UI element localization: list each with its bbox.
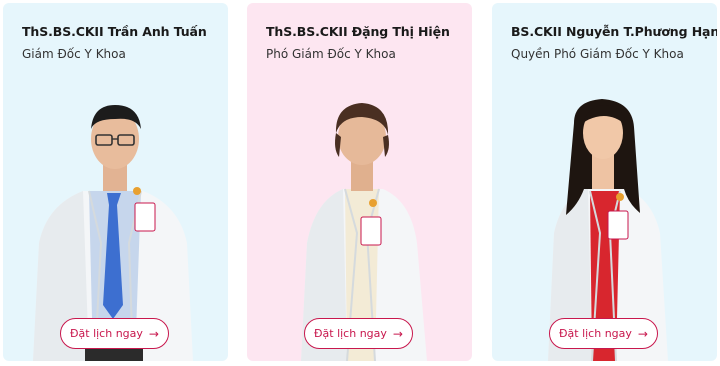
book-appointment-button[interactable]: Đặt lịch ngay → — [549, 318, 658, 349]
doctor-role: Phó Giám Đốc Y Khoa — [266, 47, 396, 61]
doctor-card: BS.CKII Nguyễn T.Phương Hạnh Quyền Phó G… — [492, 3, 717, 361]
book-appointment-button[interactable]: Đặt lịch ngay → — [304, 318, 413, 349]
doctor-role: Giám Đốc Y Khoa — [22, 47, 126, 61]
arrow-right-icon: → — [637, 326, 648, 341]
doctor-card: ThS.BS.CKII Đặng Thị Hiện Phó Giám Đốc Y… — [247, 3, 472, 361]
doctor-card: ThS.BS.CKII Trần Anh Tuấn Giám Đốc Y Kho… — [3, 3, 228, 361]
arrow-right-icon: → — [392, 326, 403, 341]
doctor-role: Quyền Phó Giám Đốc Y Khoa — [511, 47, 684, 61]
book-appointment-button[interactable]: Đặt lịch ngay → — [60, 318, 169, 349]
arrow-right-icon: → — [148, 326, 159, 341]
button-label: Đặt lịch ngay — [559, 327, 632, 340]
doctor-name: ThS.BS.CKII Trần Anh Tuấn — [22, 24, 207, 39]
doctor-name: BS.CKII Nguyễn T.Phương Hạnh — [511, 24, 717, 39]
doctor-name: ThS.BS.CKII Đặng Thị Hiện — [266, 24, 450, 39]
button-label: Đặt lịch ngay — [70, 327, 143, 340]
button-label: Đặt lịch ngay — [314, 327, 387, 340]
